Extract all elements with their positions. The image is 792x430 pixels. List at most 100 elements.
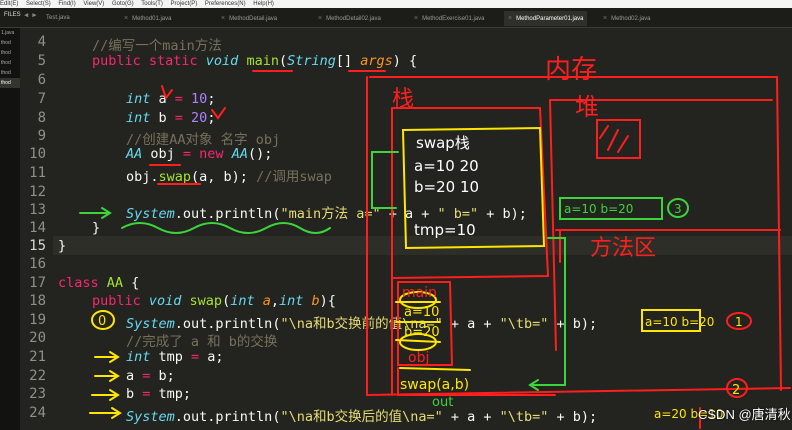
type: String	[287, 53, 336, 69]
tab-methodexercise01-java[interactable]: × MethodExercise01.java	[414, 11, 484, 26]
label-swap-b: b=20 10	[414, 178, 479, 196]
menu-find[interactable]: Find(I)	[58, 1, 75, 7]
code-line-19[interactable]: System.out.println("\na和b交换前的值\na=" + a …	[126, 312, 597, 332]
label-swap-call: swap(a,b)	[400, 377, 469, 393]
class-name: AA	[98, 275, 124, 291]
code-line-21[interactable]: int tmp = a;	[126, 349, 224, 365]
menu-bar: Edit(E) Select(S) Find(I) View(V) Goto(G…	[0, 0, 792, 8]
heap-object-box	[596, 119, 641, 159]
tab-methoddetail02-java[interactable]: × MethodDetail02.java	[318, 11, 381, 26]
line-number: 13	[29, 202, 46, 218]
expr: + a +	[380, 206, 438, 222]
line-number: 10	[29, 146, 46, 162]
identifier: a	[150, 91, 175, 107]
connector-left	[371, 151, 399, 209]
code-line-5[interactable]: public static void main(String[] args) {	[92, 53, 417, 69]
menu-help[interactable]: Help(H)	[253, 1, 274, 7]
tab-nav-arrows[interactable]: ◀ ▶	[24, 11, 37, 19]
label-circle-1: 1	[735, 315, 743, 329]
code-line-4[interactable]: //编写一个main方法	[92, 34, 222, 54]
code-line-13[interactable]: System.out.println("main方法 a=" + a + " b…	[126, 202, 527, 222]
code-line-11[interactable]: obj.swap(a, b); //调用swap	[126, 165, 332, 185]
code-line-22[interactable]: a = b;	[126, 368, 175, 384]
close-icon[interactable]: ×	[603, 15, 607, 22]
code-line-10[interactable]: AA obj = new AA();	[126, 146, 272, 162]
code-line-23[interactable]: b = tmp;	[126, 386, 191, 402]
tab-label: Test.java	[46, 15, 70, 21]
label-output-before: a=10 b=20	[645, 315, 714, 329]
method-name: swap	[158, 169, 192, 185]
identifier: b;	[150, 368, 175, 384]
code-line-15[interactable]: }	[58, 238, 66, 254]
menu-tools[interactable]: Tools(T)	[141, 1, 163, 7]
code-line-14[interactable]: }	[92, 220, 100, 236]
label-heap: 堆	[575, 93, 599, 121]
keyword: public	[92, 293, 141, 309]
punct: []	[335, 53, 361, 69]
menu-edit[interactable]: Edit(E)	[0, 1, 18, 7]
keyword: public static	[92, 53, 206, 69]
code-line-8[interactable]: int b = 20;	[126, 110, 215, 126]
line-number: 11	[29, 165, 46, 181]
param: a	[254, 293, 271, 309]
output-main-box	[559, 197, 663, 220]
tab-methoddetail-java[interactable]: × MethodDetail.java	[221, 11, 277, 26]
close-icon[interactable]: ×	[124, 15, 128, 22]
menu-view[interactable]: View(V)	[83, 1, 104, 7]
menu-goto[interactable]: Goto(G)	[112, 1, 134, 7]
tab-test-java[interactable]: Test.java	[46, 11, 70, 26]
code-line-20[interactable]: //完成了 a 和 b的交换	[126, 330, 277, 350]
line-number: 8	[37, 110, 46, 126]
tab-label: MethodExercise01.java	[422, 16, 485, 22]
identifier: obj	[142, 146, 183, 162]
expr: + b);	[548, 316, 598, 332]
line-number: 4	[37, 34, 46, 50]
line-number: 20	[29, 330, 46, 346]
code-line-9[interactable]: //创建AA对象 名字 obj	[126, 128, 280, 148]
brace: }	[92, 220, 101, 236]
current-line-highlight	[20, 236, 792, 255]
keyword: void	[205, 53, 239, 69]
punct: ();	[247, 146, 273, 162]
close-icon[interactable]: ×	[318, 15, 322, 22]
close-icon[interactable]: ×	[221, 15, 225, 22]
keyword: int	[230, 293, 255, 309]
type: AA	[223, 146, 248, 162]
tab-methodparameter01-java[interactable]: × MethodParameter01.java	[504, 11, 588, 26]
call: .out.println(	[174, 409, 281, 425]
line-number: 23	[29, 386, 46, 402]
menu-select[interactable]: Select(S)	[26, 1, 51, 7]
label-circle-3: 3	[674, 202, 682, 216]
line-number: 21	[29, 349, 46, 365]
code-line-7[interactable]: int a = 10;	[126, 91, 215, 107]
keyword: int	[126, 110, 151, 126]
label-main-frame: main	[402, 285, 437, 301]
heap-object-hatch	[599, 125, 629, 153]
code-line-24[interactable]: System.out.println("\na和b交换后的值\na=" + a …	[126, 405, 597, 425]
minimap[interactable]	[775, 30, 792, 60]
close-icon[interactable]: ×	[508, 15, 512, 22]
line-number: 18	[29, 293, 46, 309]
identifier: tmp;	[150, 386, 192, 402]
label-swap-a: a=10 20	[414, 157, 479, 175]
expr: + a +	[442, 409, 500, 425]
tab-method02-java[interactable]: × Method02.java	[603, 11, 650, 26]
number: 20	[182, 110, 208, 126]
string: "\tb="	[499, 409, 549, 425]
line-number: 22	[29, 368, 46, 384]
keyword: int	[126, 349, 151, 365]
circle-a	[399, 291, 437, 309]
close-icon[interactable]: ×	[414, 15, 418, 22]
code-line-17[interactable]: class AA {	[58, 275, 139, 291]
label-circle-0: 0	[98, 314, 106, 329]
tab-method01-java[interactable]: × Method01.java	[124, 11, 171, 26]
line-number: 19	[29, 312, 46, 328]
punct: (	[222, 293, 231, 309]
code-line-18[interactable]: public void swap(int a,int b){	[92, 293, 336, 309]
menu-project[interactable]: Project(P)	[171, 1, 198, 7]
label-memory: 内存	[545, 55, 597, 85]
method-name: main	[238, 53, 279, 69]
type: System	[126, 409, 175, 425]
tab-label: MethodDetail02.java	[326, 16, 381, 22]
menu-preferences[interactable]: Preferences(N)	[205, 1, 246, 7]
